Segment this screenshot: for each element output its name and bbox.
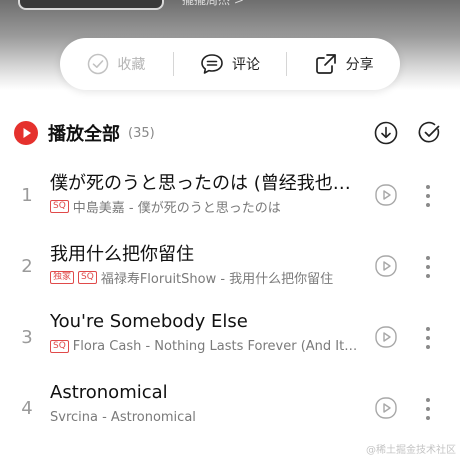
watermark: @稀土掘金技术社区: [366, 445, 456, 456]
more-icon[interactable]: [418, 323, 438, 353]
collect-label: 收藏: [117, 57, 146, 73]
track-title: 僕が死のうと思ったのは (曾经我也想过一了百了): [50, 173, 355, 194]
track-row[interactable]: 1 僕が死のうと思ったのは (曾经我也想过一了百了) SQ 中島美嘉 - 僕が死…: [0, 163, 460, 233]
check-circle-icon: [88, 53, 109, 75]
play-all-row[interactable]: 播放全部 (35): [0, 113, 460, 153]
more-icon[interactable]: [418, 394, 438, 424]
track-index: 3: [21, 327, 33, 348]
track-subtitle: 独家 SQ 福禄寿FloruitShow - 我用什么把你留住: [50, 268, 360, 287]
comment-button[interactable]: 评论: [174, 38, 287, 90]
mv-play-icon[interactable]: [374, 183, 398, 207]
track-count: (35): [128, 125, 155, 141]
sq-badge: SQ: [78, 271, 97, 284]
track-artist-album: 福禄寿FloruitShow - 我用什么把你留住: [100, 272, 334, 287]
creator-link[interactable]: 擺擺周杰 >: [182, 0, 244, 8]
track-index: 4: [21, 398, 33, 419]
comment-label: 评论: [232, 57, 260, 73]
more-icon[interactable]: [418, 252, 438, 282]
action-bar: 收藏 评论 分享: [60, 38, 400, 90]
download-icon[interactable]: [374, 121, 398, 145]
share-icon: [315, 54, 336, 74]
track-subtitle: SQ Flora Cash - Nothing Lasts Forever (A…: [50, 339, 360, 354]
track-artist-album: 中島美嘉 - 僕が死のうと思ったのは: [72, 201, 281, 216]
sq-badge: SQ: [50, 200, 69, 213]
collect-button[interactable]: 收藏: [60, 38, 173, 90]
play-all-label: 播放全部: [48, 124, 120, 145]
track-artist-album: Svrcina - Astronomical: [50, 410, 196, 425]
track-index: 2: [21, 256, 33, 277]
track-subtitle: SQ 中島美嘉 - 僕が死のうと思ったのは: [50, 197, 360, 216]
mv-play-icon[interactable]: [374, 396, 398, 420]
exclusive-badge: 独家: [50, 271, 75, 284]
album-cover[interactable]: [18, 0, 164, 10]
track-artist-album: Flora Cash - Nothing Lasts Forever (And …: [72, 339, 360, 354]
track-index: 1: [21, 185, 33, 206]
track-row[interactable]: 3 You're Somebody Else SQ Flora Cash - N…: [0, 305, 460, 375]
comment-icon: [201, 54, 223, 74]
play-all-icon[interactable]: [14, 121, 38, 145]
track-row[interactable]: 4 Astronomical Svrcina - Astronomical: [0, 376, 460, 446]
track-row[interactable]: 2 我用什么把你留住 独家 SQ 福禄寿FloruitShow - 我用什么把你…: [0, 234, 460, 304]
mv-play-icon[interactable]: [374, 325, 398, 349]
multi-select-icon[interactable]: [418, 121, 442, 145]
share-label: 分享: [345, 57, 374, 73]
share-button[interactable]: 分享: [287, 38, 400, 90]
track-title: Astronomical: [50, 382, 168, 403]
track-title: You're Somebody Else: [50, 311, 248, 332]
sq-badge: SQ: [50, 340, 69, 353]
track-title: 我用什么把你留住: [50, 244, 194, 265]
track-subtitle: Svrcina - Astronomical: [50, 410, 360, 425]
mv-play-icon[interactable]: [374, 254, 398, 278]
more-icon[interactable]: [418, 181, 438, 211]
